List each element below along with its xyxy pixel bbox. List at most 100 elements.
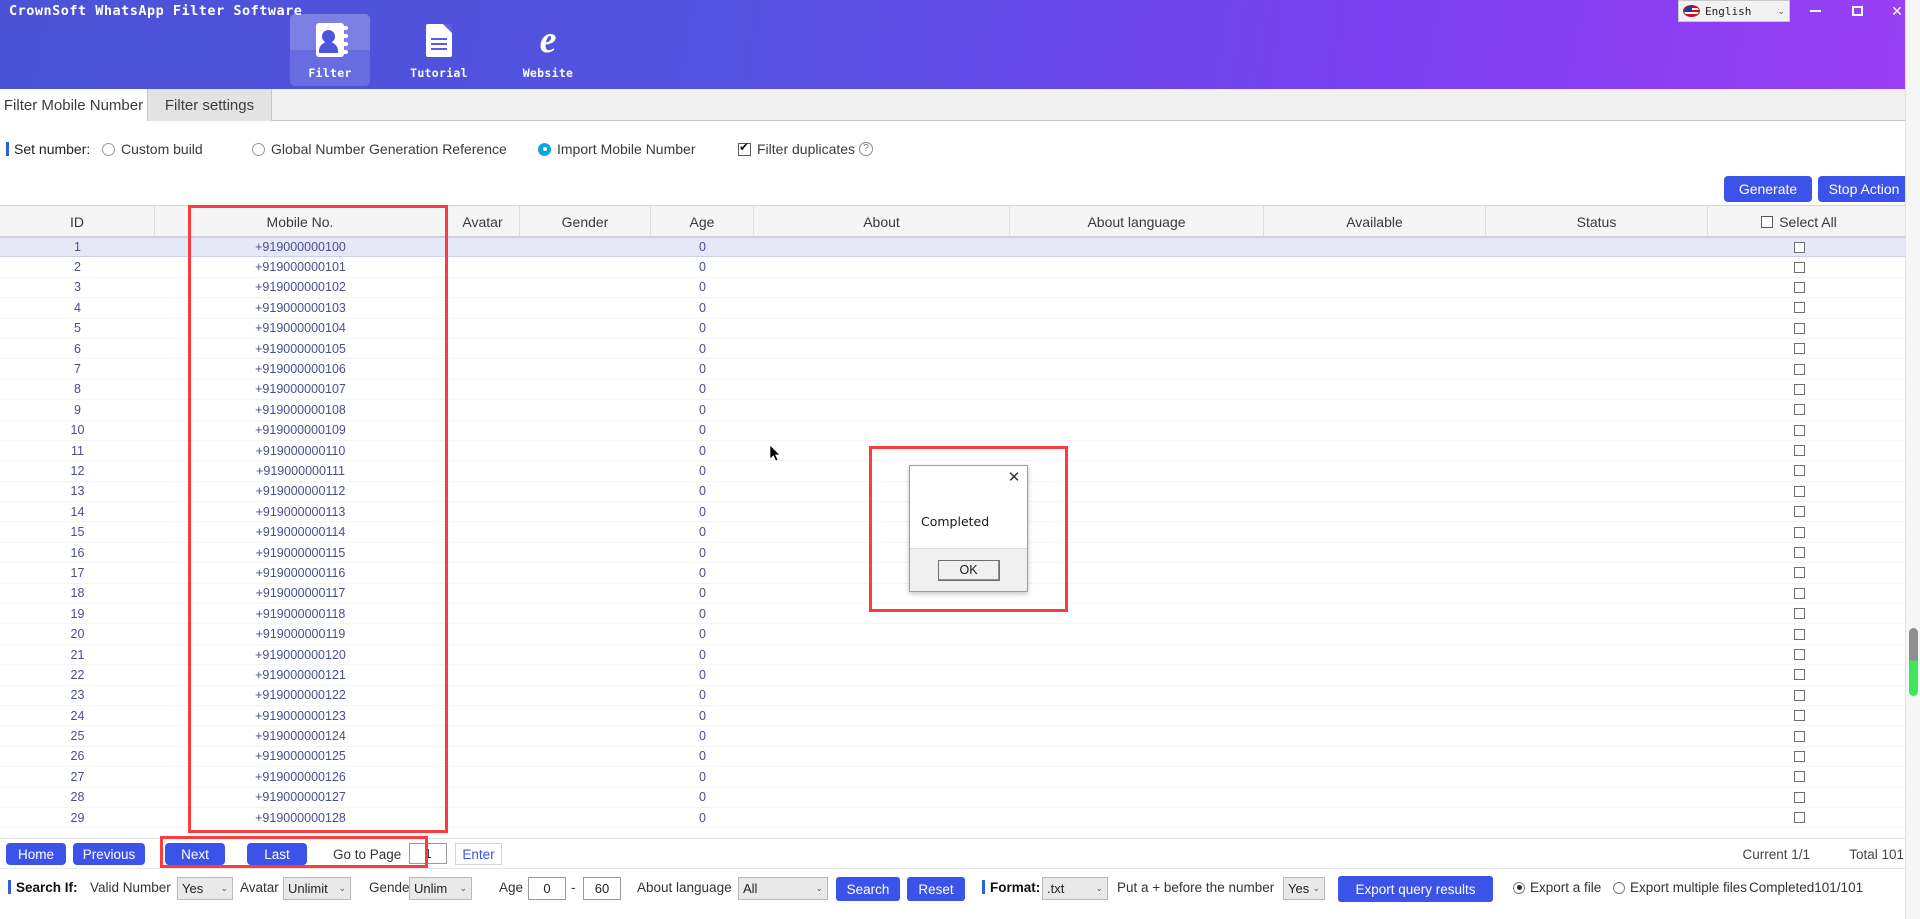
radio-export-multiple-files[interactable]: Export multiple files: [1613, 880, 1747, 895]
row-checkbox[interactable]: [1794, 792, 1805, 803]
row-checkbox[interactable]: [1794, 486, 1805, 497]
row-checkbox[interactable]: [1794, 282, 1805, 293]
radio-custom-build[interactable]: Custom build: [102, 141, 203, 157]
maximize-button[interactable]: [1838, 0, 1876, 22]
row-select-cell[interactable]: [1708, 543, 1890, 562]
toolbar-item-tutorial[interactable]: Tutorial: [399, 14, 479, 86]
row-checkbox[interactable]: [1794, 690, 1805, 701]
row-checkbox[interactable]: [1794, 771, 1805, 782]
row-select-cell[interactable]: [1708, 461, 1890, 480]
row-checkbox[interactable]: [1794, 404, 1805, 415]
window-scrollbar-thumb[interactable]: [1909, 628, 1918, 696]
row-checkbox[interactable]: [1794, 527, 1805, 538]
dialog-ok-button[interactable]: OK: [938, 560, 1000, 581]
valid-number-select[interactable]: Yes ⌄: [177, 877, 233, 900]
reset-button[interactable]: Reset: [907, 877, 965, 901]
column-header-about[interactable]: About: [754, 206, 1010, 237]
column-header-gender[interactable]: Gender: [520, 206, 651, 237]
format-select[interactable]: .txt ⌄: [1042, 877, 1108, 900]
age-max-input[interactable]: 60: [583, 877, 621, 900]
row-select-cell[interactable]: [1708, 624, 1890, 643]
row-select-cell[interactable]: [1708, 359, 1890, 378]
table-row[interactable]: 1+9190000001000: [0, 237, 1905, 257]
row-checkbox[interactable]: [1794, 425, 1805, 436]
column-header-available[interactable]: Available: [1264, 206, 1486, 237]
table-row[interactable]: 22+9190000001210: [0, 665, 1905, 685]
row-checkbox[interactable]: [1794, 323, 1805, 334]
enter-button[interactable]: Enter: [455, 843, 502, 865]
row-select-cell[interactable]: [1708, 278, 1890, 297]
row-checkbox[interactable]: [1794, 588, 1805, 599]
row-select-cell[interactable]: [1708, 257, 1890, 276]
table-row[interactable]: 9+9190000001080: [0, 400, 1905, 420]
export-query-results-button[interactable]: Export query results: [1338, 876, 1493, 902]
row-select-cell[interactable]: [1708, 767, 1890, 786]
row-checkbox[interactable]: [1794, 608, 1805, 619]
table-row[interactable]: 6+9190000001050: [0, 339, 1905, 359]
table-row[interactable]: 3+9190000001020: [0, 278, 1905, 298]
gender-select[interactable]: Unlim ⌄: [409, 877, 472, 900]
row-select-cell[interactable]: [1708, 298, 1890, 317]
column-header-select_all[interactable]: Select All: [1708, 206, 1890, 237]
row-select-cell[interactable]: [1708, 828, 1890, 833]
select-all-checkbox[interactable]: [1761, 216, 1773, 228]
row-select-cell[interactable]: [1708, 238, 1890, 256]
pager-last-button[interactable]: Last: [247, 843, 307, 865]
column-header-status[interactable]: Status: [1486, 206, 1708, 237]
row-checkbox[interactable]: [1794, 812, 1805, 823]
row-checkbox[interactable]: [1794, 649, 1805, 660]
row-checkbox[interactable]: [1794, 710, 1805, 721]
about-language-select[interactable]: All ⌄: [738, 877, 828, 900]
row-select-cell[interactable]: [1708, 339, 1890, 358]
row-select-cell[interactable]: [1708, 665, 1890, 684]
row-checkbox[interactable]: [1794, 445, 1805, 456]
row-checkbox[interactable]: [1794, 465, 1805, 476]
radio-global-number-generation-reference[interactable]: Global Number Generation Reference: [252, 141, 507, 157]
radio-export-single-file[interactable]: Export a file: [1513, 880, 1601, 895]
minimize-button[interactable]: [1796, 0, 1834, 22]
row-checkbox[interactable]: [1794, 506, 1805, 517]
table-row[interactable]: 29+9190000001280: [0, 808, 1905, 828]
row-checkbox[interactable]: [1794, 547, 1805, 558]
table-row[interactable]: 8+9190000001070: [0, 380, 1905, 400]
table-row[interactable]: 23+9190000001220: [0, 686, 1905, 706]
table-row[interactable]: 19+9190000001180: [0, 604, 1905, 624]
page-number-input[interactable]: 1: [409, 843, 447, 864]
row-select-cell[interactable]: [1708, 747, 1890, 766]
table-row[interactable]: 26+9190000001250: [0, 747, 1905, 767]
table-row[interactable]: 25+9190000001240: [0, 726, 1905, 746]
row-select-cell[interactable]: [1708, 706, 1890, 725]
language-selector[interactable]: English ⌄: [1678, 0, 1790, 22]
row-select-cell[interactable]: [1708, 686, 1890, 705]
row-checkbox[interactable]: [1794, 669, 1805, 680]
table-row[interactable]: 2+9190000001010: [0, 257, 1905, 277]
toolbar-item-filter[interactable]: Filter: [290, 14, 370, 86]
row-checkbox[interactable]: [1794, 364, 1805, 375]
row-checkbox[interactable]: [1794, 384, 1805, 395]
row-select-cell[interactable]: [1708, 319, 1890, 338]
row-select-cell[interactable]: [1708, 380, 1890, 399]
row-select-cell[interactable]: [1708, 522, 1890, 541]
dialog-close-icon[interactable]: ✕: [1006, 469, 1022, 485]
generate-button[interactable]: Generate: [1724, 176, 1812, 202]
row-checkbox[interactable]: [1794, 751, 1805, 762]
row-checkbox[interactable]: [1794, 242, 1805, 253]
row-select-cell[interactable]: [1708, 482, 1890, 501]
avatar-select[interactable]: Unlimit ⌄: [283, 877, 351, 900]
pager-previous-button[interactable]: Previous: [73, 843, 145, 865]
row-select-cell[interactable]: [1708, 808, 1890, 827]
column-header-age[interactable]: Age: [651, 206, 754, 237]
column-header-about_language[interactable]: About language: [1010, 206, 1264, 237]
row-checkbox[interactable]: [1794, 302, 1805, 313]
age-min-input[interactable]: 0: [528, 877, 566, 900]
row-checkbox[interactable]: [1794, 629, 1805, 640]
table-row[interactable]: 7+9190000001060: [0, 359, 1905, 379]
table-row[interactable]: 10+9190000001090: [0, 421, 1905, 441]
row-select-cell[interactable]: [1708, 584, 1890, 603]
row-checkbox[interactable]: [1794, 262, 1805, 273]
stop-action-button[interactable]: Stop Action: [1818, 176, 1910, 202]
row-select-cell[interactable]: [1708, 421, 1890, 440]
question-mark-icon[interactable]: ?: [859, 142, 873, 156]
table-row[interactable]: 30+9190000001290: [0, 828, 1905, 833]
row-select-cell[interactable]: [1708, 563, 1890, 582]
